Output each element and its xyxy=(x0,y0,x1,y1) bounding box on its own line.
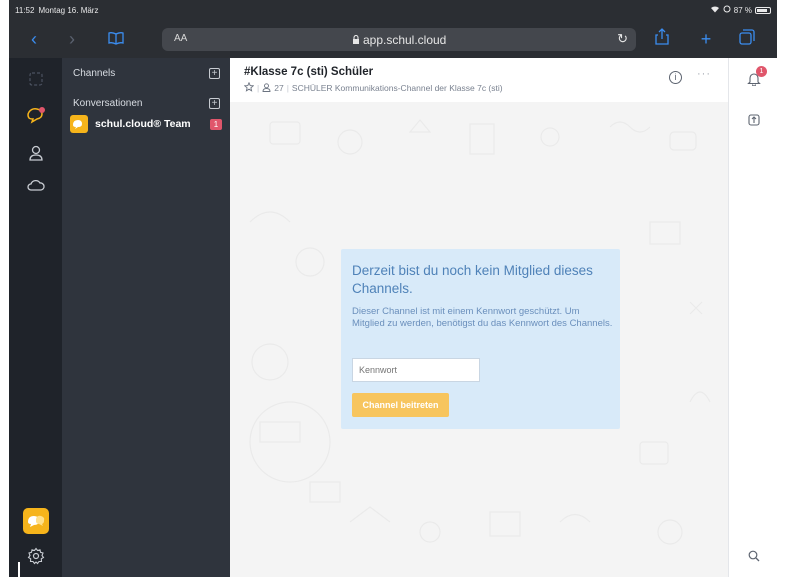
conversation-avatar xyxy=(70,115,88,133)
browser-toolbar: ‹ › AA app.schul.cloud ↻ + xyxy=(9,20,777,58)
user-icon[interactable] xyxy=(25,142,47,164)
wifi-icon xyxy=(710,5,720,15)
add-channel-button[interactable]: + xyxy=(209,68,220,79)
join-heading: Derzeit bist du noch kein Mitglied diese… xyxy=(352,263,593,296)
app-logo-icon[interactable] xyxy=(23,508,49,534)
conversations-header: Konversationen xyxy=(73,98,143,109)
share-icon[interactable] xyxy=(651,28,673,50)
status-time: 11:52 xyxy=(15,5,35,15)
channel-sidebar: Channels + Konversationen + schul.cloud®… xyxy=(62,58,230,577)
join-text: Dieser Channel ist mit einem Kennwort ge… xyxy=(352,306,613,329)
home-icon[interactable] xyxy=(25,68,47,90)
bookmarks-icon[interactable] xyxy=(105,28,127,50)
screen-edge xyxy=(777,0,786,577)
settings-icon[interactable] xyxy=(25,545,47,567)
cloud-icon[interactable] xyxy=(25,174,47,196)
new-tab-icon[interactable]: + xyxy=(695,28,717,50)
back-icon[interactable]: ‹ xyxy=(23,28,45,50)
room-description: SCHÜLER Kommunikations-Channel der Klass… xyxy=(291,83,503,93)
url-text: app.schul.cloud xyxy=(362,33,447,47)
join-channel-button[interactable]: Channel beitreten xyxy=(352,393,449,417)
url-display[interactable]: app.schul.cloud xyxy=(162,33,636,47)
screen: 11:52 Montag 16. März 87 % ‹ › AA app.sc… xyxy=(0,0,786,577)
search-icon[interactable] xyxy=(744,546,764,566)
app-rail xyxy=(9,58,62,577)
conversation-name: schul.cloud® Team xyxy=(95,118,191,130)
room-title: #Klasse 7c (sti) Schüler xyxy=(244,66,374,78)
lock-icon xyxy=(352,33,363,47)
channels-header: Channels xyxy=(73,68,116,79)
active-app-indicator xyxy=(18,562,20,577)
ios-status-bar: 11:52 Montag 16. März 87 % xyxy=(9,0,777,20)
room-subtitle: | 27 | SCHÜLER Kommunikations-Channel de… xyxy=(243,81,503,94)
location-icon xyxy=(723,5,731,15)
status-right: 87 % xyxy=(710,5,771,15)
battery-percent: 87 % xyxy=(733,5,752,15)
more-icon[interactable]: ··· xyxy=(697,68,711,80)
room-view: #Klasse 7c (sti) Schüler | 27 | SCHÜLER … xyxy=(230,58,728,577)
members-icon[interactable] xyxy=(262,82,271,94)
address-bar[interactable]: AA app.schul.cloud ↻ xyxy=(162,28,636,51)
chat-icon[interactable] xyxy=(25,104,47,126)
reload-icon[interactable]: ↻ xyxy=(617,31,628,47)
unread-badge: 1 xyxy=(210,118,222,130)
star-icon[interactable] xyxy=(243,81,255,94)
password-input[interactable] xyxy=(352,358,480,382)
forward-icon[interactable]: › xyxy=(61,28,83,50)
right-rail: 1 xyxy=(728,58,777,577)
join-channel-box: Derzeit bist du noch kein Mitglied diese… xyxy=(341,249,620,429)
info-icon[interactable]: i xyxy=(669,71,682,84)
add-conversation-button[interactable]: + xyxy=(209,98,220,109)
member-count: 27 xyxy=(274,83,284,93)
tabs-icon[interactable] xyxy=(736,28,758,50)
conversation-item[interactable]: schul.cloud® Team 1 xyxy=(70,114,222,134)
battery-icon xyxy=(755,6,771,14)
status-date: Montag 16. März xyxy=(38,5,99,15)
room-header: #Klasse 7c (sti) Schüler | 27 | SCHÜLER … xyxy=(230,58,728,102)
pin-icon[interactable] xyxy=(744,110,764,130)
notification-badge: 1 xyxy=(756,66,767,77)
